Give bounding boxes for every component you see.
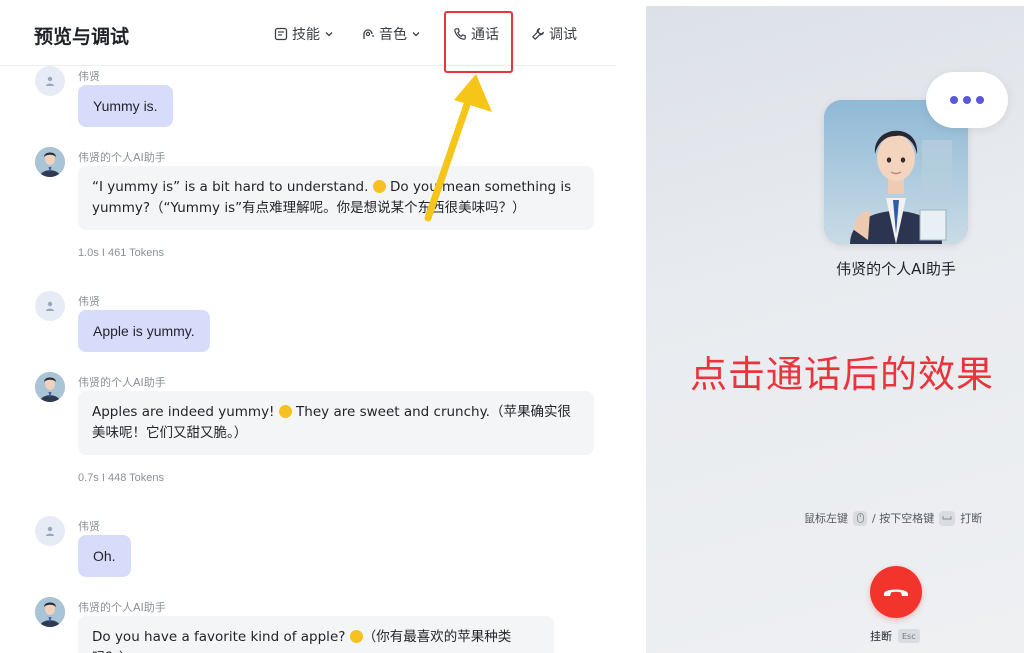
chat-list: 伟贤 Yummy is. 伟贤的个人AI助手 “I yummy is” is a… [0, 66, 616, 653]
smile-emoji-icon [372, 180, 386, 193]
wrench-icon [532, 28, 544, 40]
call-panel: 伟贤的个人AI助手 点击通话后的效果 鼠标左键 / 按下空格键 打断 挂断 Es… [646, 6, 1024, 653]
bot-avatar [35, 597, 65, 627]
skills-icon [274, 27, 288, 41]
user-avatar [35, 516, 65, 546]
tab-debug[interactable]: 调试 [531, 24, 577, 44]
bot-message-text: Apples are indeed yummy! [92, 404, 279, 420]
bot-avatar-image [35, 147, 65, 177]
message-sender: 伟贤 [78, 70, 100, 83]
response-meta: 1.0s I 461 Tokens [78, 247, 165, 259]
bot-message-bubble: Apples are indeed yummy! They are sweet … [78, 391, 594, 455]
response-meta: 0.7s I 448 Tokens [78, 472, 165, 484]
hang-up-label-group: 挂断 Esc [870, 628, 920, 644]
bot-name: 伟贤的个人AI助手 [836, 260, 956, 278]
hint-mouse-label: 鼠标左键 [804, 512, 848, 525]
smile-emoji-icon [349, 630, 363, 643]
more-options-button[interactable] [926, 72, 1008, 128]
user-icon [46, 301, 54, 311]
voice-icon [363, 29, 374, 39]
hint-interrupt-label: 打断 [960, 512, 983, 525]
hang-up-button[interactable] [870, 566, 922, 618]
page-title: 预览与调试 [34, 26, 130, 48]
bot-avatar [35, 372, 65, 402]
user-message-bubble: Apple is yummy. [78, 310, 210, 352]
user-avatar [35, 66, 65, 96]
hang-up-phone-icon [884, 589, 908, 596]
tab-skills[interactable]: 技能 [274, 24, 334, 44]
preview-debug-panel: 预览与调试 技能 音色 通话 调试 伟贤 Yummy is. 伟贤的个人AI助手… [0, 0, 616, 653]
bot-message-text: Do you have a favorite kind of apple? [92, 629, 350, 645]
bot-avatar-image [35, 372, 65, 402]
bot-avatar-image [35, 597, 65, 627]
tab-skills-label: 技能 [292, 27, 320, 43]
message-sender: 伟贤的个人AI助手 [78, 601, 166, 614]
message-sender: 伟贤 [78, 295, 100, 308]
bot-message-text: “I yummy is” is a bit hard to understand… [92, 179, 373, 195]
esc-key-badge: Esc [898, 629, 920, 643]
smile-emoji-icon [278, 405, 292, 418]
more-dot-icon [950, 96, 958, 104]
space-key-icon [939, 510, 956, 526]
interrupt-hint: 鼠标左键 / 按下空格键 打断 [804, 510, 982, 526]
chevron-down-icon [325, 32, 333, 37]
mouse-left-key-icon [853, 510, 867, 526]
user-message-bubble: Yummy is. [78, 85, 173, 127]
bot-message-bubble: Do you have a favorite kind of apple? （你… [78, 616, 554, 653]
bot-message-bubble: “I yummy is” is a bit hard to understand… [78, 166, 594, 230]
message-sender: 伟贤的个人AI助手 [78, 151, 166, 164]
message-sender: 伟贤的个人AI助手 [78, 376, 166, 389]
user-message-bubble: Oh. [78, 535, 131, 577]
annotation-text: 点击通话后的效果 [690, 353, 994, 396]
panel-header: 预览与调试 技能 音色 通话 调试 [0, 0, 616, 66]
chevron-down-icon [412, 32, 420, 37]
call-tab-highlight-box [444, 11, 513, 73]
message-sender: 伟贤 [78, 520, 100, 533]
hang-up-label: 挂断 [870, 630, 892, 643]
tab-debug-label: 调试 [549, 27, 577, 43]
user-icon [46, 76, 54, 86]
hint-space-label: / 按下空格键 [872, 512, 935, 525]
user-icon [46, 526, 54, 536]
tab-voice[interactable]: 音色 [361, 24, 421, 44]
user-avatar [35, 291, 65, 321]
more-dot-icon [963, 96, 971, 104]
bot-avatar [35, 147, 65, 177]
tab-voice-label: 音色 [379, 27, 407, 43]
more-dot-icon [976, 96, 984, 104]
